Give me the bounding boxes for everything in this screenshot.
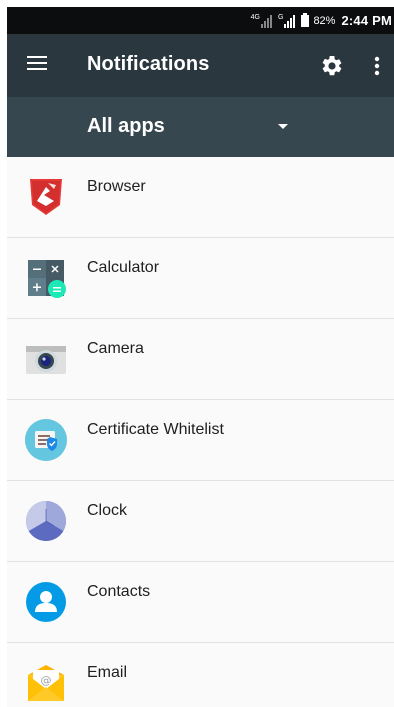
battery-percent: 82% — [313, 14, 336, 27]
status-bar: 4G G 82% 2:44 PM — [7, 7, 394, 34]
list-item-label: Email — [87, 664, 128, 681]
signal-4g-icon: 4G — [251, 14, 272, 28]
filter-selected-label: All apps — [87, 115, 165, 137]
clock-time: 2:44 PM — [341, 13, 392, 28]
page-title: Notifications — [87, 53, 210, 75]
list-item-label: Clock — [87, 502, 128, 519]
list-item-label: Certificate Whitelist — [87, 421, 224, 438]
notifications-screen: 4G G 82% 2:44 PM Notifications All apps … — [0, 0, 394, 707]
email-icon: @ — [24, 661, 68, 705]
app-toolbar: Notifications — [7, 34, 394, 97]
list-item-label: Camera — [87, 340, 144, 357]
list-item-certificate-whitelist[interactable]: Certificate Whitelist — [7, 400, 394, 481]
list-item-browser[interactable]: Browser — [7, 157, 394, 238]
browser-icon — [24, 175, 68, 219]
calculator-icon — [24, 256, 68, 300]
list-item-calculator[interactable]: Calculator — [7, 238, 394, 319]
dropdown-caret-icon — [278, 124, 288, 129]
list-item-label: Calculator — [87, 259, 160, 276]
list-item-email[interactable]: @ Email — [7, 643, 394, 707]
camera-icon — [24, 337, 68, 381]
certificate-whitelist-icon — [24, 418, 68, 462]
list-item-clock[interactable]: Clock — [7, 481, 394, 562]
more-vert-icon[interactable] — [369, 54, 385, 78]
clock-icon — [24, 499, 68, 543]
list-item-camera[interactable]: Camera — [7, 319, 394, 400]
app-filter-dropdown[interactable]: All apps — [7, 97, 394, 157]
network-type-label: 4G — [250, 13, 260, 21]
svg-text:@: @ — [41, 674, 52, 687]
app-list: Browser Calculator Camera Certificate Wh… — [7, 157, 394, 707]
hamburger-menu-icon[interactable] — [27, 56, 47, 74]
battery-icon — [301, 12, 310, 27]
gear-icon[interactable] — [320, 54, 344, 78]
network-type-label-2: G — [277, 13, 284, 21]
list-item-label: Browser — [87, 178, 146, 195]
list-item-contacts[interactable]: Contacts — [7, 562, 394, 643]
list-item-label: Contacts — [87, 583, 151, 600]
contacts-icon — [24, 580, 68, 624]
signal-g-icon: G — [277, 13, 296, 28]
